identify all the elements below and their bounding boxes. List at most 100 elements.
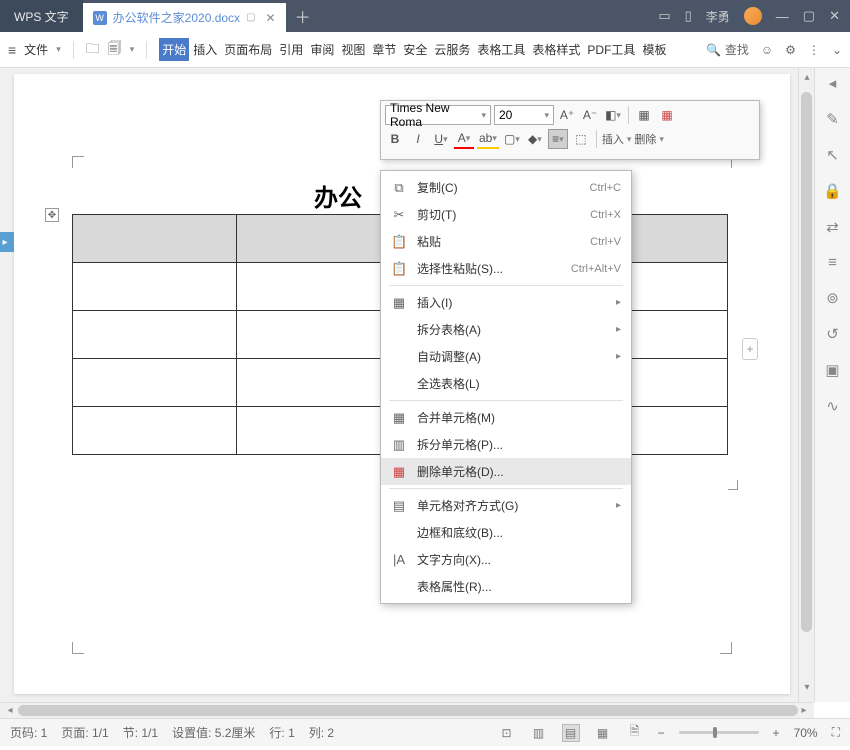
context-item[interactable]: ▦删除单元格(D)... — [381, 458, 631, 485]
document-tab[interactable]: W 办公软件之家2020.docx ▢ ✕ — [83, 3, 286, 32]
file-menu[interactable]: 文件 — [24, 41, 48, 58]
tab-review[interactable]: 审阅 — [307, 38, 337, 61]
history-icon[interactable]: ↺ — [826, 325, 839, 343]
hamburger-icon[interactable]: ≡ — [8, 42, 16, 58]
tab-tabletools[interactable]: 表格工具 — [474, 38, 528, 61]
context-item[interactable]: 📋粘贴Ctrl+V — [381, 228, 631, 255]
view-outline-icon[interactable]: ⊡ — [498, 724, 516, 742]
highlight-icon[interactable]: ab▾ — [477, 129, 499, 149]
context-item[interactable]: ⧉复制(C)Ctrl+C — [381, 174, 631, 201]
cursor-icon[interactable]: ↖ — [826, 146, 839, 164]
quickaccess-icon[interactable]: ▭ — [658, 8, 670, 24]
scroll-left-icon[interactable]: ◂ — [2, 703, 18, 719]
underline-icon[interactable]: U▾ — [431, 129, 451, 149]
tab-cloud[interactable]: 云服务 — [431, 38, 473, 61]
app-tab[interactable]: WPS 文字 — [0, 0, 83, 32]
context-item[interactable]: ▤单元格对齐方式(G)▸ — [381, 492, 631, 519]
save-icon[interactable]: 🗐 — [108, 38, 122, 62]
font-select[interactable]: Times New Roma▾ — [385, 105, 491, 125]
context-item[interactable]: 自动调整(A)▸ — [381, 343, 631, 370]
link-icon[interactable]: ⇄ — [826, 218, 839, 236]
fontsize-select[interactable]: 20▾ — [494, 105, 554, 125]
document-title[interactable]: 办公 — [314, 178, 362, 213]
status-indent[interactable]: 设置值: 5.2厘米 — [172, 724, 255, 741]
zoom-knob[interactable] — [713, 727, 717, 738]
lock-icon[interactable]: 🔒 — [823, 182, 842, 200]
vertical-scrollbar[interactable]: ▴ ▾ — [798, 68, 814, 702]
fullscreen-icon[interactable]: ⛶ — [832, 725, 840, 740]
context-item[interactable]: 拆分表格(A)▸ — [381, 316, 631, 343]
horizontal-scrollbar[interactable]: ◂ ▸ — [0, 702, 814, 718]
zoom-slider[interactable] — [679, 731, 759, 734]
status-pages[interactable]: 页面: 1/1 — [61, 724, 108, 741]
context-item[interactable]: ✂剪切(T)Ctrl+X — [381, 201, 631, 228]
context-item[interactable]: 全选表格(L) — [381, 370, 631, 397]
merge-toolbar-icon[interactable]: ⬚ — [571, 129, 591, 149]
zoom-in-button[interactable]: + — [773, 726, 780, 740]
page-icon[interactable]: ▣ — [825, 361, 839, 379]
grow-font-icon[interactable]: A⁺ — [557, 105, 577, 125]
scroll-down-icon[interactable]: ▾ — [799, 682, 815, 698]
italic-icon[interactable]: I — [408, 129, 428, 149]
tab-chapter[interactable]: 章节 — [369, 38, 399, 61]
avatar[interactable] — [744, 7, 762, 25]
scroll-thumb[interactable] — [18, 705, 798, 716]
status-line[interactable]: 行: 1 — [269, 724, 294, 741]
add-row-button[interactable]: + — [742, 338, 758, 360]
shrink-font-icon[interactable]: A⁻ — [580, 105, 600, 125]
more-icon[interactable]: ⋮ — [808, 43, 820, 57]
context-item[interactable]: ▥拆分单元格(P)... — [381, 431, 631, 458]
menu-icon[interactable]: ▯ — [685, 8, 692, 24]
context-item[interactable]: 表格属性(R)... — [381, 573, 631, 600]
maximize-button[interactable]: ▢ — [803, 8, 815, 24]
table-insert-icon[interactable]: ▦ — [634, 105, 654, 125]
settings-icon[interactable]: ⚙ — [785, 43, 796, 57]
tab-view[interactable]: 视图 — [338, 38, 368, 61]
context-item[interactable]: 边框和底纹(B)... — [381, 519, 631, 546]
user-name[interactable]: 李勇 — [706, 8, 730, 25]
close-tab-icon[interactable]: ✕ — [266, 11, 276, 25]
list-icon[interactable]: ≡ — [828, 254, 837, 271]
clear-format-icon[interactable]: ◧▾ — [603, 105, 623, 125]
fill-icon[interactable]: ◆▾ — [525, 129, 545, 149]
align-icon[interactable]: ≡▾ — [548, 129, 568, 149]
delete-label[interactable]: 删除 — [634, 131, 656, 147]
view-web-icon[interactable]: ▥ — [530, 724, 548, 742]
comment-icon[interactable]: ☺ — [761, 43, 773, 57]
scroll-thumb[interactable] — [801, 92, 812, 632]
context-item[interactable]: ▦插入(I)▸ — [381, 289, 631, 316]
bold-icon[interactable]: B — [385, 129, 405, 149]
border-icon[interactable]: ▢▾ — [502, 129, 522, 149]
scroll-right-icon[interactable]: ▸ — [796, 703, 812, 719]
share-icon[interactable]: ∿ — [826, 397, 839, 415]
chevron-down-icon[interactable]: ▾ — [130, 44, 135, 55]
collapse-icon[interactable]: ⌄ — [832, 43, 842, 57]
table-move-handle[interactable]: ✥ — [45, 208, 59, 222]
context-item[interactable]: 📋选择性粘贴(S)...Ctrl+Alt+V — [381, 255, 631, 282]
view-read-icon[interactable]: ▦ — [594, 724, 612, 742]
tab-reference[interactable]: 引用 — [276, 38, 306, 61]
collapse-panel-icon[interactable]: ◂ — [829, 74, 837, 92]
tab-template[interactable]: 模板 — [639, 38, 669, 61]
pencil-icon[interactable]: ✎ — [826, 110, 839, 128]
tab-insert[interactable]: 插入 — [190, 38, 220, 61]
status-page[interactable]: 页码: 1 — [10, 724, 47, 741]
view-draft-icon[interactable]: 🗎 — [626, 724, 644, 742]
context-item[interactable]: |A文字方向(X)... — [381, 546, 631, 573]
status-col[interactable]: 列: 2 — [309, 724, 334, 741]
tab-security[interactable]: 安全 — [400, 38, 430, 61]
minimize-button[interactable]: ― — [776, 9, 789, 24]
side-marker[interactable]: ▸ — [0, 232, 14, 252]
context-item[interactable]: ▦合并单元格(M) — [381, 404, 631, 431]
insert-label[interactable]: 插入 — [602, 131, 624, 147]
view-page-icon[interactable]: ▤ — [562, 724, 580, 742]
table-delete-icon[interactable]: ▦ — [657, 105, 677, 125]
add-tab-button[interactable]: ＋ — [286, 0, 320, 32]
open-icon[interactable]: 🗀 — [86, 38, 100, 62]
table-resize-handle[interactable] — [728, 480, 738, 490]
scroll-up-icon[interactable]: ▴ — [799, 72, 815, 88]
circle3-icon[interactable]: ⊚ — [826, 289, 839, 307]
chevron-down-icon[interactable]: ▾ — [56, 44, 61, 55]
close-button[interactable]: ✕ — [829, 8, 840, 24]
zoom-level[interactable]: 70% — [794, 726, 818, 740]
